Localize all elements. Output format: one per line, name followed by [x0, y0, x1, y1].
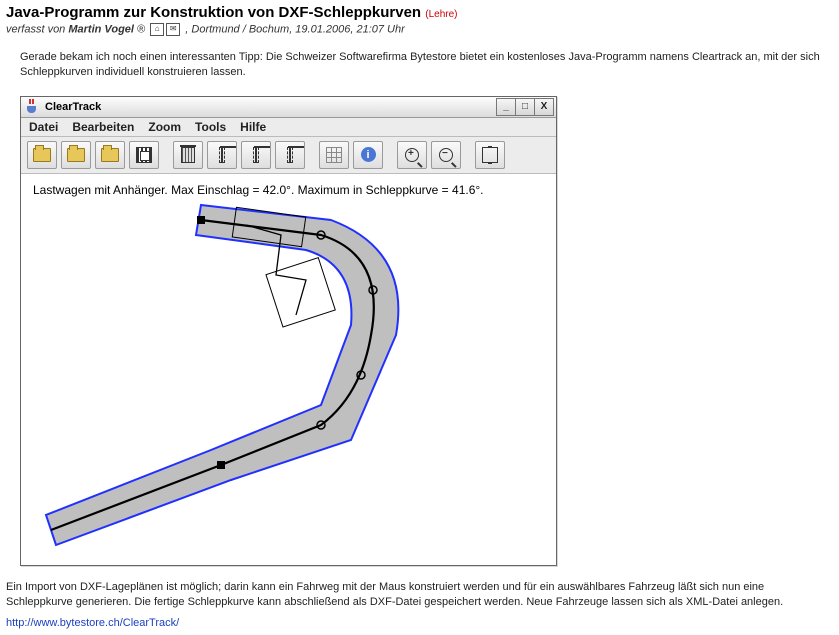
delete-button[interactable]: [173, 141, 203, 169]
post-byline: verfasst von Martin Vogel ® ⌂ ✉ , Dortmu…: [6, 23, 833, 36]
post-body-2: Ein Import von DXF-Lageplänen ist möglic…: [6, 580, 833, 610]
fit-icon: [482, 147, 498, 163]
close-button[interactable]: X: [534, 98, 554, 116]
menubar: Datei Bearbeiten Zoom Tools Hilfe: [21, 118, 556, 137]
schleppkurve-drawing: [21, 175, 556, 565]
menu-tools[interactable]: Tools: [195, 120, 226, 134]
folder-icon: [33, 148, 51, 162]
minimize-button[interactable]: _: [496, 98, 516, 116]
zoom-out-icon: −: [439, 148, 453, 162]
grid-icon: [326, 147, 342, 163]
menu-help[interactable]: Hilfe: [240, 120, 266, 134]
zoom-fit-button[interactable]: [475, 141, 505, 169]
drawing-canvas[interactable]: Lastwagen mit Anhänger. Max Einschlag = …: [21, 174, 556, 565]
swept-envelope: [46, 205, 398, 545]
post-body-1: Gerade bekam ich noch einen interessante…: [20, 50, 833, 80]
menu-file[interactable]: Datei: [29, 120, 58, 134]
menu-zoom[interactable]: Zoom: [148, 120, 181, 134]
save-icon: [136, 147, 152, 163]
dashed-trash-icon: [219, 147, 225, 163]
menu-edit[interactable]: Bearbeiten: [72, 120, 134, 134]
info-icon: i: [361, 147, 376, 162]
dashed-trash-icon: [287, 147, 293, 163]
delete-selection-button-1[interactable]: [207, 141, 237, 169]
trash-icon: [181, 147, 195, 163]
post-title: Java-Programm zur Konstruktion von DXF-S…: [6, 4, 833, 21]
home-icon[interactable]: ⌂: [150, 23, 164, 36]
mail-icon[interactable]: ✉: [166, 23, 180, 36]
delete-selection-button-3[interactable]: [275, 141, 305, 169]
zoom-in-icon: +: [405, 148, 419, 162]
toolbar: i + −: [21, 137, 556, 174]
open-button-1[interactable]: [27, 141, 57, 169]
byline-prefix: verfasst von: [6, 23, 68, 35]
post-location-date: , Dortmund / Bochum, 19.01.2006, 21:07 U…: [185, 23, 405, 35]
open-button-3[interactable]: [95, 141, 125, 169]
post-title-text: Java-Programm zur Konstruktion von DXF-S…: [6, 4, 421, 21]
zoom-in-button[interactable]: +: [397, 141, 427, 169]
java-icon: [25, 99, 41, 115]
zoom-out-button[interactable]: −: [431, 141, 461, 169]
dashed-trash-icon: [253, 147, 259, 163]
grid-button[interactable]: [319, 141, 349, 169]
folder-icon: [101, 148, 119, 162]
window-title: ClearTrack: [45, 101, 497, 113]
titlebar: ClearTrack _ □ X: [21, 97, 556, 118]
cleartrack-window: ClearTrack _ □ X Datei Bearbeiten Zoom T…: [20, 96, 557, 566]
post-category-tag[interactable]: (Lehre): [425, 9, 457, 20]
post-author[interactable]: Martin Vogel: [68, 23, 134, 35]
save-button[interactable]: [129, 141, 159, 169]
external-link[interactable]: http://www.bytestore.ch/ClearTrack/: [6, 617, 179, 629]
folder-icon: [67, 148, 85, 162]
author-badge: ®: [137, 23, 145, 35]
open-button-2[interactable]: [61, 141, 91, 169]
info-button[interactable]: i: [353, 141, 383, 169]
maximize-button[interactable]: □: [515, 98, 535, 116]
delete-selection-button-2[interactable]: [241, 141, 271, 169]
